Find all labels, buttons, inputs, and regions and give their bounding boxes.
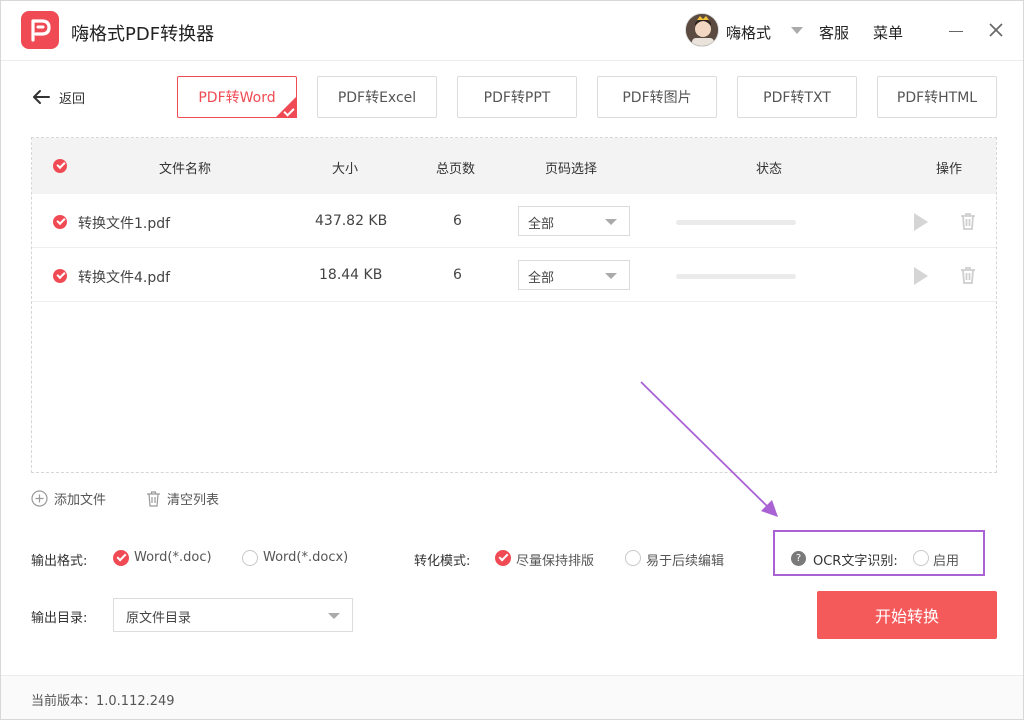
start-convert-button[interactable]: 开始转换 bbox=[817, 591, 997, 639]
tab-pdf-to-html[interactable]: PDF转HTML bbox=[877, 76, 997, 118]
version-text: 当前版本：1.0.112.249 bbox=[31, 694, 175, 709]
menu-link[interactable]: 菜单 bbox=[873, 22, 903, 43]
page-range-value: 全部 bbox=[528, 217, 555, 232]
tab-pdf-to-ppt[interactable]: PDF转PPT bbox=[457, 76, 577, 118]
format-docx-label[interactable]: Word(*.docx) bbox=[263, 550, 348, 565]
back-label: 返回 bbox=[59, 91, 86, 107]
output-dir-value: 原文件目录 bbox=[126, 611, 192, 626]
trash-icon bbox=[147, 491, 160, 507]
ocr-enable-radio[interactable] bbox=[913, 550, 929, 566]
add-file-button[interactable]: 添加文件 bbox=[31, 489, 106, 508]
conversion-progress bbox=[676, 274, 796, 279]
mode-easy-edit-radio[interactable] bbox=[625, 550, 641, 566]
ocr-label: OCR文字识别: bbox=[813, 554, 898, 569]
format-doc-radio[interactable] bbox=[113, 550, 129, 566]
page-range-select[interactable]: 全部 bbox=[518, 206, 630, 236]
table-header: 文件名称 大小 总页数 页码选择 状态 操作 bbox=[32, 138, 996, 194]
arrow-left-icon bbox=[33, 90, 50, 104]
app-window: 嗨格式PDF转换器 嗨格式 客服 菜单 返回 PDF转Word PDF转Exce… bbox=[0, 0, 1024, 720]
clear-list-label: 清空列表 bbox=[167, 493, 220, 508]
header-status: 状态 bbox=[756, 162, 783, 177]
chevron-down-icon bbox=[605, 273, 617, 279]
play-icon[interactable] bbox=[914, 267, 928, 285]
ocr-option-highlight: ? OCR文字识别: 启用 bbox=[773, 530, 985, 576]
tab-pdf-to-word[interactable]: PDF转Word bbox=[177, 76, 297, 118]
file-pages: 6 bbox=[453, 267, 462, 283]
ocr-enable-label[interactable]: 启用 bbox=[933, 550, 959, 569]
back-button[interactable]: 返回 bbox=[31, 87, 85, 107]
select-all-checkbox[interactable] bbox=[53, 159, 67, 173]
trash-icon[interactable] bbox=[960, 212, 976, 230]
output-dir-select[interactable]: 原文件目录 bbox=[113, 598, 353, 632]
tab-label: PDF转Excel bbox=[337, 90, 417, 106]
app-title: 嗨格式PDF转换器 bbox=[71, 24, 215, 45]
add-file-label: 添加文件 bbox=[54, 493, 107, 508]
user-avatar[interactable] bbox=[685, 13, 719, 47]
tab-label: PDF转HTML bbox=[896, 90, 978, 106]
file-name: 转换文件4.pdf bbox=[78, 270, 171, 286]
tab-pdf-to-excel[interactable]: PDF转Excel bbox=[317, 76, 437, 118]
tab-label: PDF转Word bbox=[198, 90, 276, 106]
format-docx-radio[interactable] bbox=[242, 550, 258, 566]
close-icon[interactable] bbox=[987, 21, 1005, 39]
header-pages: 总页数 bbox=[436, 162, 476, 177]
tab-label: PDF转TXT bbox=[763, 90, 831, 106]
conversion-progress bbox=[676, 220, 796, 225]
tab-label: PDF转图片 bbox=[622, 90, 692, 106]
tab-pdf-to-image[interactable]: PDF转图片 bbox=[597, 76, 717, 118]
row-checkbox[interactable] bbox=[53, 269, 67, 283]
user-dropdown-chevron-icon[interactable] bbox=[791, 27, 803, 34]
file-table: 文件名称 大小 总页数 页码选择 状态 操作 转换文件1.pdf 437.82 … bbox=[31, 137, 997, 473]
plus-circle-icon bbox=[31, 490, 48, 507]
output-dir-label: 输出目录: bbox=[31, 611, 88, 626]
mode-easy-edit-label[interactable]: 易于后续编辑 bbox=[646, 550, 724, 569]
header-size: 大小 bbox=[332, 162, 359, 177]
user-name[interactable]: 嗨格式 bbox=[726, 22, 771, 43]
conversion-mode-label: 转化模式: bbox=[414, 554, 471, 569]
mode-keep-layout-radio[interactable] bbox=[495, 550, 511, 566]
play-icon[interactable] bbox=[914, 213, 928, 231]
format-doc-label[interactable]: Word(*.doc) bbox=[134, 550, 212, 565]
header-file-name: 文件名称 bbox=[159, 162, 212, 177]
minimize-icon[interactable] bbox=[949, 31, 963, 32]
header-actions: 操作 bbox=[936, 162, 963, 177]
row-checkbox[interactable] bbox=[53, 215, 67, 229]
file-size: 18.44 KB bbox=[319, 267, 383, 283]
help-icon[interactable]: ? bbox=[791, 551, 806, 566]
customer-service-link[interactable]: 客服 bbox=[819, 22, 849, 43]
status-bar: 当前版本：1.0.112.249 bbox=[1, 675, 1023, 719]
tab-pdf-to-txt[interactable]: PDF转TXT bbox=[737, 76, 857, 118]
mode-keep-layout-label[interactable]: 尽量保持排版 bbox=[516, 550, 594, 569]
chevron-down-icon bbox=[328, 613, 340, 619]
clear-list-button[interactable]: 清空列表 bbox=[146, 489, 219, 508]
app-logo-icon bbox=[21, 11, 59, 49]
file-name: 转换文件1.pdf bbox=[78, 216, 171, 232]
title-bar: 嗨格式PDF转换器 嗨格式 客服 菜单 bbox=[1, 1, 1023, 61]
header-page-select: 页码选择 bbox=[545, 162, 598, 177]
page-range-value: 全部 bbox=[528, 271, 555, 286]
file-size: 437.82 KB bbox=[315, 213, 388, 229]
file-pages: 6 bbox=[453, 213, 462, 229]
trash-icon[interactable] bbox=[960, 266, 976, 284]
page-range-select[interactable]: 全部 bbox=[518, 260, 630, 290]
tab-label: PDF转PPT bbox=[483, 90, 551, 106]
table-row: 转换文件4.pdf 18.44 KB 6 全部 bbox=[32, 248, 996, 302]
chevron-down-icon bbox=[605, 219, 617, 225]
table-row: 转换文件1.pdf 437.82 KB 6 全部 bbox=[32, 194, 996, 248]
output-format-label: 输出格式: bbox=[31, 554, 88, 569]
